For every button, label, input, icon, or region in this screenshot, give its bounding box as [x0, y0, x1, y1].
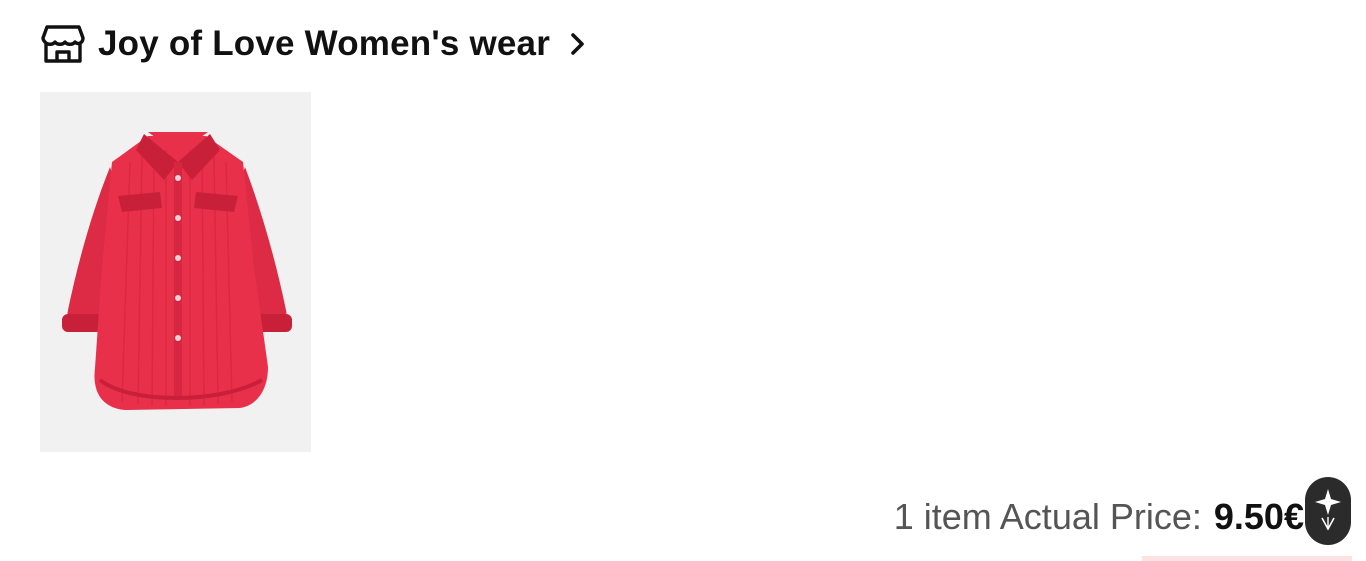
- assistant-button[interactable]: [1305, 477, 1351, 545]
- checkout-bar-edge: [1142, 556, 1352, 561]
- cart-store-section: Joy of Love Women's wear 1 item Actual P…: [0, 0, 1366, 561]
- store-name: Joy of Love Women's wear: [98, 24, 551, 63]
- store-header[interactable]: Joy of Love Women's wear: [40, 22, 588, 66]
- store-icon: [40, 23, 86, 65]
- product-image[interactable]: [40, 92, 311, 452]
- currency-symbol: €: [1283, 496, 1304, 537]
- items-price-label: 1 item Actual Price:: [893, 496, 1202, 537]
- sparkle-assistant-icon: [1313, 486, 1343, 537]
- red-shirt-image: [40, 92, 311, 452]
- chevron-right-icon: [568, 30, 588, 58]
- actual-price-value: 9.50: [1213, 496, 1284, 537]
- order-summary: 1 item Actual Price: 9.50 €: [894, 496, 1304, 542]
